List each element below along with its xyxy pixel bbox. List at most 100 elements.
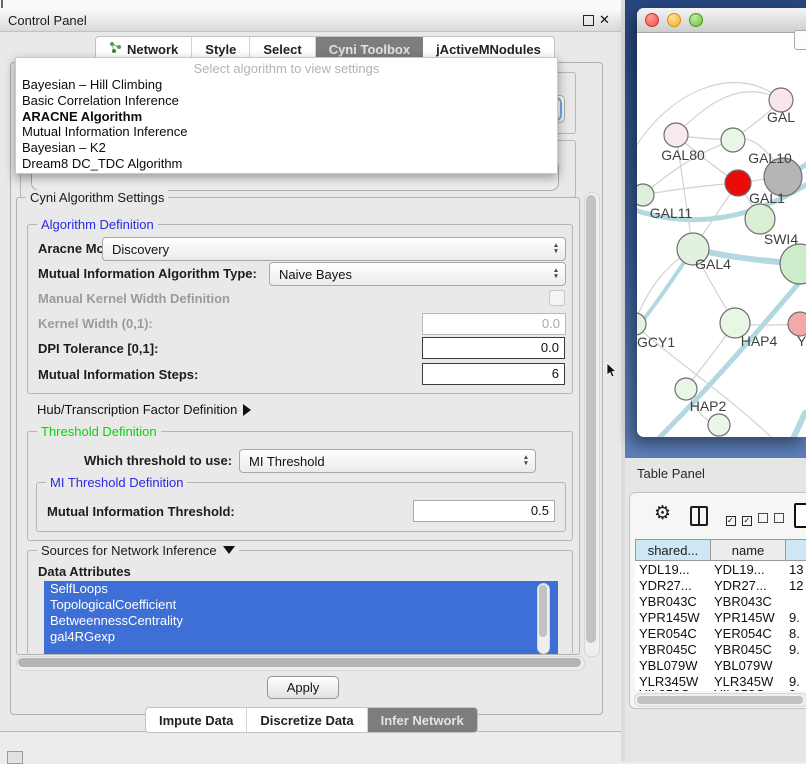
mouse-cursor bbox=[606, 362, 618, 378]
algorithm-dropdown-popup: Select algorithm to view settings Bayesi… bbox=[15, 57, 558, 174]
mi-type-combobox[interactable]: Naive Bayes ▲▼ bbox=[269, 262, 566, 286]
table-panel: ⚙ ✓ ✓ shared... name YDL19... YDL19... bbox=[629, 492, 806, 709]
cell: YIL052C bbox=[714, 687, 784, 691]
cell: YDL19... bbox=[639, 562, 709, 578]
algorithm-definition-title: Algorithm Definition bbox=[37, 217, 158, 232]
gear-icon[interactable]: ⚙ bbox=[654, 502, 671, 525]
network-toolbar-button[interactable] bbox=[794, 30, 806, 50]
new-table-icon[interactable] bbox=[794, 503, 806, 528]
cyni-algorithm-settings-title: Cyni Algorithm Settings bbox=[26, 190, 168, 205]
label-hap2: HAP2 bbox=[690, 398, 727, 414]
data-attributes-label: Data Attributes bbox=[38, 564, 131, 579]
select-all-checkboxes-icon[interactable]: ✓ ✓ bbox=[726, 510, 752, 528]
mi-threshold-label: Mutual Information Threshold: bbox=[47, 504, 235, 519]
kernel-width-field[interactable]: 0.0 bbox=[422, 313, 566, 335]
deselect-all-checkboxes-icon[interactable] bbox=[758, 510, 784, 528]
tab-jactivemnodules-label: jActiveMNodules bbox=[436, 42, 541, 57]
list-item-topologicalcoefficient[interactable]: TopologicalCoefficient bbox=[44, 597, 558, 613]
label-gal1: GAL1 bbox=[749, 190, 785, 206]
control-panel-title: Control Panel bbox=[8, 13, 87, 28]
list-item-selfloops[interactable]: SelfLoops bbox=[44, 581, 558, 597]
tab-impute-data[interactable]: Impute Data bbox=[146, 708, 247, 732]
list-item-gal4rgexp[interactable]: gal4RGexp bbox=[44, 629, 558, 645]
node-gal80[interactable] bbox=[664, 123, 688, 147]
columns-icon[interactable] bbox=[690, 506, 708, 526]
sources-title: Sources for Network Inference bbox=[37, 543, 239, 558]
aracne-mode-value: Discovery bbox=[103, 242, 547, 257]
which-threshold-label: Which threshold to use: bbox=[84, 453, 232, 468]
close-icon[interactable]: ✕ bbox=[599, 12, 610, 28]
node-hap2[interactable] bbox=[675, 378, 697, 400]
hub-definition-label: Hub/Transcription Factor Definition bbox=[37, 402, 237, 417]
list-scrollbar[interactable] bbox=[537, 583, 550, 654]
float-window-icon[interactable] bbox=[583, 15, 594, 26]
table-panel-section: Table Panel ⚙ ✓ ✓ shared... name bbox=[625, 458, 806, 762]
cell bbox=[789, 594, 806, 610]
table-horizontal-scrollbar-thumb[interactable] bbox=[637, 696, 803, 704]
label-gcy1: GCY1 bbox=[637, 334, 675, 350]
combo-stepper-icon: ▲▼ bbox=[517, 455, 535, 467]
node-bottom[interactable] bbox=[708, 414, 730, 436]
column-header-cut[interactable] bbox=[785, 539, 806, 561]
node-gal1[interactable] bbox=[725, 170, 751, 196]
column-header-shared-name[interactable]: shared... bbox=[635, 539, 711, 561]
algorithm-option-mutual-information[interactable]: Mutual Information Inference bbox=[16, 124, 557, 140]
label-hap4: HAP4 bbox=[741, 333, 778, 349]
label-gal10: GAL10 bbox=[748, 150, 792, 166]
minimize-traffic-light[interactable] bbox=[667, 13, 681, 27]
tab-infer-network[interactable]: Infer Network bbox=[368, 708, 477, 732]
list-scrollbar-thumb[interactable] bbox=[539, 585, 547, 637]
cyni-algorithm-settings-group: Cyni Algorithm Settings Algorithm Defini… bbox=[16, 197, 580, 655]
algorithm-option-aracne[interactable]: ARACNE Algorithm bbox=[16, 109, 557, 125]
list-item-betweennesscentrality[interactable]: BetweennessCentrality bbox=[44, 613, 558, 629]
aracne-mode-combobox[interactable]: Discovery ▲▼ bbox=[102, 237, 566, 261]
mi-steps-label: Mutual Information Steps: bbox=[38, 367, 198, 382]
which-threshold-combobox[interactable]: MI Threshold ▲▼ bbox=[239, 449, 536, 473]
node-gal10[interactable] bbox=[721, 128, 745, 152]
label-y: Y bbox=[797, 333, 806, 349]
settings-vertical-scrollbar[interactable] bbox=[584, 192, 600, 657]
cell: YBL079W bbox=[714, 658, 784, 674]
hub-definition-toggle[interactable]: Hub/Transcription Factor Definition bbox=[37, 402, 251, 417]
settings-horizontal-scrollbar[interactable] bbox=[16, 656, 585, 671]
table-panel-title: Table Panel bbox=[637, 466, 705, 481]
manual-kernel-checkbox[interactable] bbox=[549, 290, 565, 306]
mi-steps-field[interactable]: 6 bbox=[422, 363, 565, 385]
threshold-definition-title: Threshold Definition bbox=[37, 424, 161, 439]
control-panel-titlebar: Control Panel ✕ bbox=[0, 10, 621, 32]
threshold-definition-group: Threshold Definition Which threshold to … bbox=[27, 431, 573, 541]
close-traffic-light[interactable] bbox=[645, 13, 659, 27]
cell: YDR27... bbox=[714, 578, 784, 594]
node-green-right[interactable] bbox=[780, 244, 806, 284]
zoom-traffic-light[interactable] bbox=[689, 13, 703, 27]
mi-threshold-definition-title: MI Threshold Definition bbox=[46, 475, 187, 490]
sources-group: Sources for Network Inference Data Attri… bbox=[27, 550, 573, 654]
mi-threshold-definition-group: MI Threshold Definition Mutual Informati… bbox=[36, 482, 566, 532]
mi-threshold-field[interactable]: 0.5 bbox=[413, 500, 555, 522]
cell: 9 bbox=[789, 687, 806, 691]
column-header-name[interactable]: name bbox=[710, 539, 786, 561]
label-swi4: SWI4 bbox=[764, 231, 798, 247]
data-attributes-list[interactable]: SelfLoops TopologicalCoefficient Between… bbox=[44, 581, 558, 654]
node-table: shared... name YDL19... YDL19... 13 YDR2… bbox=[635, 539, 806, 691]
table-horizontal-scrollbar[interactable] bbox=[634, 693, 806, 707]
algorithm-option-dream8[interactable]: Dream8 DC_TDC Algorithm bbox=[16, 156, 557, 172]
node-swi4[interactable] bbox=[745, 204, 775, 234]
node-gal11[interactable] bbox=[637, 184, 654, 206]
tab-discretize-data[interactable]: Discretize Data bbox=[247, 708, 367, 732]
tab-discretize-data-label: Discretize Data bbox=[260, 713, 353, 728]
popup-prompt: Select algorithm to view settings bbox=[16, 58, 557, 77]
label-gal4: GAL4 bbox=[695, 256, 731, 272]
bottom-left-partial-icon[interactable] bbox=[7, 751, 23, 764]
settings-vertical-scrollbar-thumb[interactable] bbox=[586, 195, 596, 643]
algorithm-option-basic-correlation[interactable]: Basic Correlation Inference bbox=[16, 93, 557, 109]
apply-button[interactable]: Apply bbox=[267, 676, 339, 699]
cell: 13 bbox=[789, 562, 806, 578]
settings-horizontal-scrollbar-thumb[interactable] bbox=[18, 658, 581, 667]
network-canvas[interactable]: GAL GAL80 GAL10 GAL1 GAL11 SWI4 GAL4 GCY… bbox=[637, 33, 806, 437]
cell: YDL19... bbox=[714, 562, 784, 578]
algorithm-option-bayesian-k2[interactable]: Bayesian – K2 bbox=[16, 140, 557, 156]
dpi-tolerance-field[interactable]: 0.0 bbox=[422, 337, 565, 359]
algorithm-option-bayesian-hill-climbing[interactable]: Bayesian – Hill Climbing bbox=[16, 77, 557, 93]
top-strip bbox=[0, 0, 621, 10]
